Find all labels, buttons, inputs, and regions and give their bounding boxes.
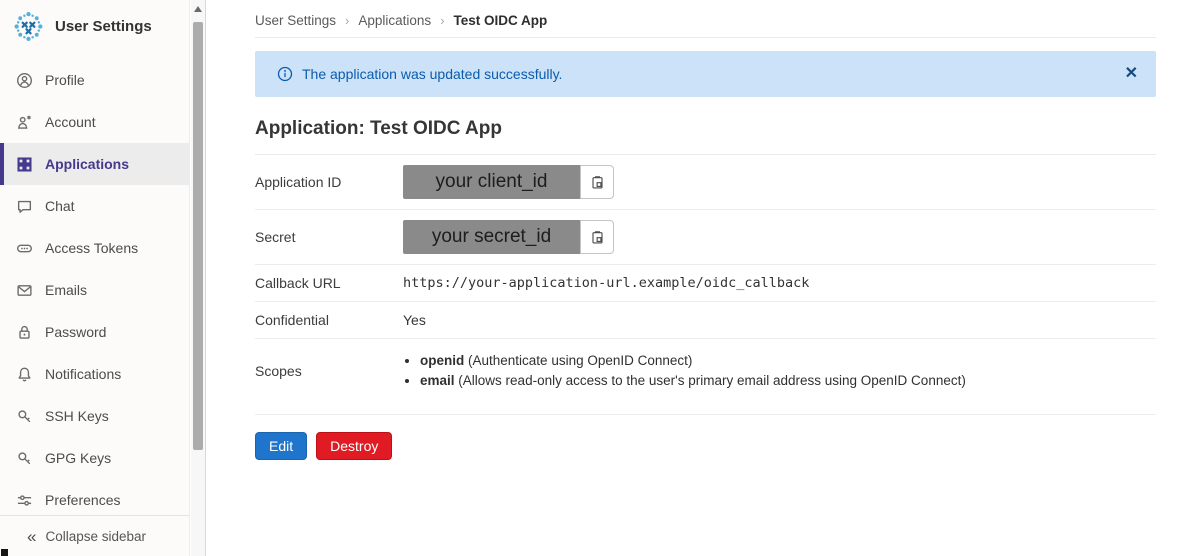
breadcrumb-separator: › <box>345 13 350 28</box>
sidebar-item-label: Applications <box>45 156 130 172</box>
breadcrumb-separator: › <box>440 13 445 28</box>
account-icon <box>16 114 33 131</box>
sidebar-item-profile[interactable]: Profile <box>0 59 189 101</box>
sidebar-header: User Settings <box>0 0 189 53</box>
scope-description: (Authenticate using OpenID Connect) <box>468 353 693 368</box>
application-id-value: your client_id <box>403 165 580 199</box>
sidebar-item-access-tokens[interactable]: Access Tokens <box>0 227 189 269</box>
secret-value: your secret_id <box>403 220 580 254</box>
alert-message: The application was updated successfully… <box>302 66 563 82</box>
breadcrumb-user-settings[interactable]: User Settings <box>255 13 336 28</box>
scope-name: openid <box>420 353 465 368</box>
sidebar-item-label: Access Tokens <box>45 240 139 256</box>
secret-row: Secret your secret_id <box>255 210 1156 265</box>
lock-icon <box>16 324 33 341</box>
sidebar-item-label: Account <box>45 114 96 130</box>
key-icon <box>16 408 33 425</box>
sidebar-item-notifications[interactable]: Notifications <box>0 353 189 395</box>
clipboard-icon <box>591 175 603 188</box>
application-id-row: Application ID your client_id <box>255 155 1156 210</box>
callback-url-value: https://your-application-url.example/oid… <box>403 275 810 291</box>
sidebar-item-applications[interactable]: Applications <box>0 143 189 185</box>
sidebar-item-label: GPG Keys <box>45 450 112 466</box>
scrollbar-up-arrow-icon[interactable] <box>194 6 202 12</box>
sidebar-item-gpg-keys[interactable]: GPG Keys <box>0 437 189 479</box>
chevrons-left-icon: « <box>27 526 37 546</box>
application-id-label: Application ID <box>255 174 342 190</box>
secret-group: your secret_id <box>403 220 614 254</box>
collapse-sidebar-button[interactable]: « Collapse sidebar <box>0 515 189 556</box>
confidential-label: Confidential <box>255 312 329 328</box>
key-icon <box>16 450 33 467</box>
sidebar-item-label: Notifications <box>45 366 122 382</box>
sidebar-title: User Settings <box>55 18 152 35</box>
info-icon <box>277 66 293 82</box>
sidebar-item-label: Password <box>45 324 107 340</box>
callback-url-row: Callback URL https://your-application-ur… <box>255 265 1156 302</box>
chat-icon <box>16 198 33 215</box>
confidential-row: Confidential Yes <box>255 302 1156 339</box>
edit-button[interactable]: Edit <box>255 432 308 460</box>
sidebar-item-label: Profile <box>45 72 85 88</box>
applications-icon <box>16 156 33 173</box>
copy-secret-button[interactable] <box>580 220 614 254</box>
bell-icon <box>16 366 33 383</box>
sidebar-item-label: Emails <box>45 282 88 298</box>
scopes-row: Scopes openid (Authenticate using OpenID… <box>255 339 1156 415</box>
clipboard-icon <box>591 230 603 243</box>
scope-item-email: email (Allows read-only access to the us… <box>420 371 966 391</box>
settings-sidebar: User Settings Profile Account Applicatio… <box>0 0 190 556</box>
scope-description: (Allows read-only access to the user's p… <box>458 372 966 388</box>
breadcrumb-applications[interactable]: Applications <box>358 13 431 28</box>
profile-icon <box>16 72 33 89</box>
sidebar-item-emails[interactable]: Emails <box>0 269 189 311</box>
sidebar-item-label: Preferences <box>45 492 121 508</box>
sidebar-item-password[interactable]: Password <box>0 311 189 353</box>
sidebar-item-chat[interactable]: Chat <box>0 185 189 227</box>
sidebar-nav: Profile Account Applications Chat Access… <box>0 59 189 521</box>
breadcrumb-divider <box>255 37 1156 38</box>
sidebar-item-ssh-keys[interactable]: SSH Keys <box>0 395 189 437</box>
token-icon <box>16 240 33 257</box>
scrollbar-thumb[interactable] <box>193 22 203 450</box>
sidebar-item-label: SSH Keys <box>45 408 109 424</box>
confidential-value: Yes <box>403 312 426 328</box>
collapse-sidebar-label: Collapse sidebar <box>45 528 147 544</box>
application-id-group: your client_id <box>403 165 614 199</box>
sliders-icon <box>16 492 33 509</box>
sidebar-scrollbar[interactable] <box>191 0 206 556</box>
success-alert: The application was updated successfully… <box>255 51 1156 97</box>
sidebar-item-account[interactable]: Account <box>0 101 189 143</box>
callback-url-label: Callback URL <box>255 275 341 291</box>
breadcrumb: User Settings › Applications › Test OIDC… <box>255 0 1156 28</box>
breadcrumb-current: Test OIDC App <box>453 13 548 28</box>
destroy-button[interactable]: Destroy <box>316 432 393 460</box>
main-panel: User Settings › Applications › Test OIDC… <box>207 0 1200 556</box>
user-avatar-icon <box>14 11 43 42</box>
page-title: Application: Test OIDC App <box>255 118 502 139</box>
cursor-artifact <box>1 549 8 556</box>
action-buttons: Edit Destroy <box>255 432 1156 460</box>
scope-name: email <box>420 372 455 388</box>
alert-close-button[interactable]: ✕ <box>1125 66 1138 82</box>
scopes-list: openid (Authenticate using OpenID Connec… <box>403 351 966 390</box>
email-icon <box>16 282 33 299</box>
scope-item-openid: openid (Authenticate using OpenID Connec… <box>420 351 966 371</box>
copy-application-id-button[interactable] <box>580 165 614 199</box>
secret-label: Secret <box>255 229 296 245</box>
sidebar-item-label: Chat <box>45 198 75 214</box>
scopes-label: Scopes <box>255 362 302 379</box>
